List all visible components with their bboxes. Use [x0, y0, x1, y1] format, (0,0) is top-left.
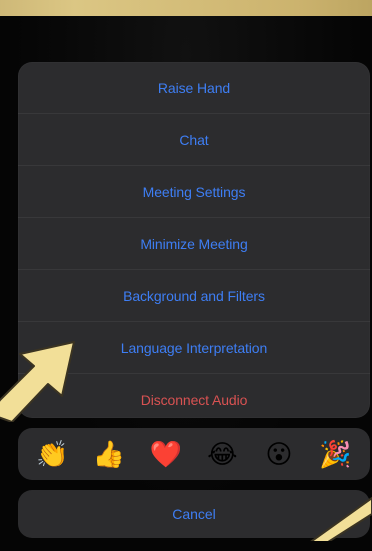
meeting-settings-button[interactable]: Meeting Settings	[18, 166, 370, 218]
clapping-hands-icon[interactable]: 👏	[30, 432, 74, 476]
screen: Raise Hand Chat Meeting Settings Minimiz…	[0, 0, 372, 551]
background-and-filters-button[interactable]: Background and Filters	[18, 270, 370, 322]
minimize-meeting-button[interactable]: Minimize Meeting	[18, 218, 370, 270]
tears-of-joy-icon[interactable]: 😂	[200, 432, 244, 476]
surprised-face-icon[interactable]: 😮	[257, 432, 301, 476]
cancel-button[interactable]: Cancel	[18, 490, 370, 538]
party-popper-icon[interactable]: 🎉	[314, 432, 358, 476]
language-interpretation-button[interactable]: Language Interpretation	[18, 322, 370, 374]
heart-icon[interactable]: ❤️	[144, 432, 188, 476]
chat-button[interactable]: Chat	[18, 114, 370, 166]
top-annotation-strip	[0, 0, 372, 16]
reactions-bar: 👏 👍 ❤️ 😂 😮 🎉	[18, 428, 370, 480]
thumbs-up-icon[interactable]: 👍	[87, 432, 131, 476]
more-options-sheet: Raise Hand Chat Meeting Settings Minimiz…	[18, 62, 370, 418]
bottom-edge	[0, 541, 372, 551]
disconnect-audio-button[interactable]: Disconnect Audio	[18, 374, 370, 418]
raise-hand-button[interactable]: Raise Hand	[18, 62, 370, 114]
